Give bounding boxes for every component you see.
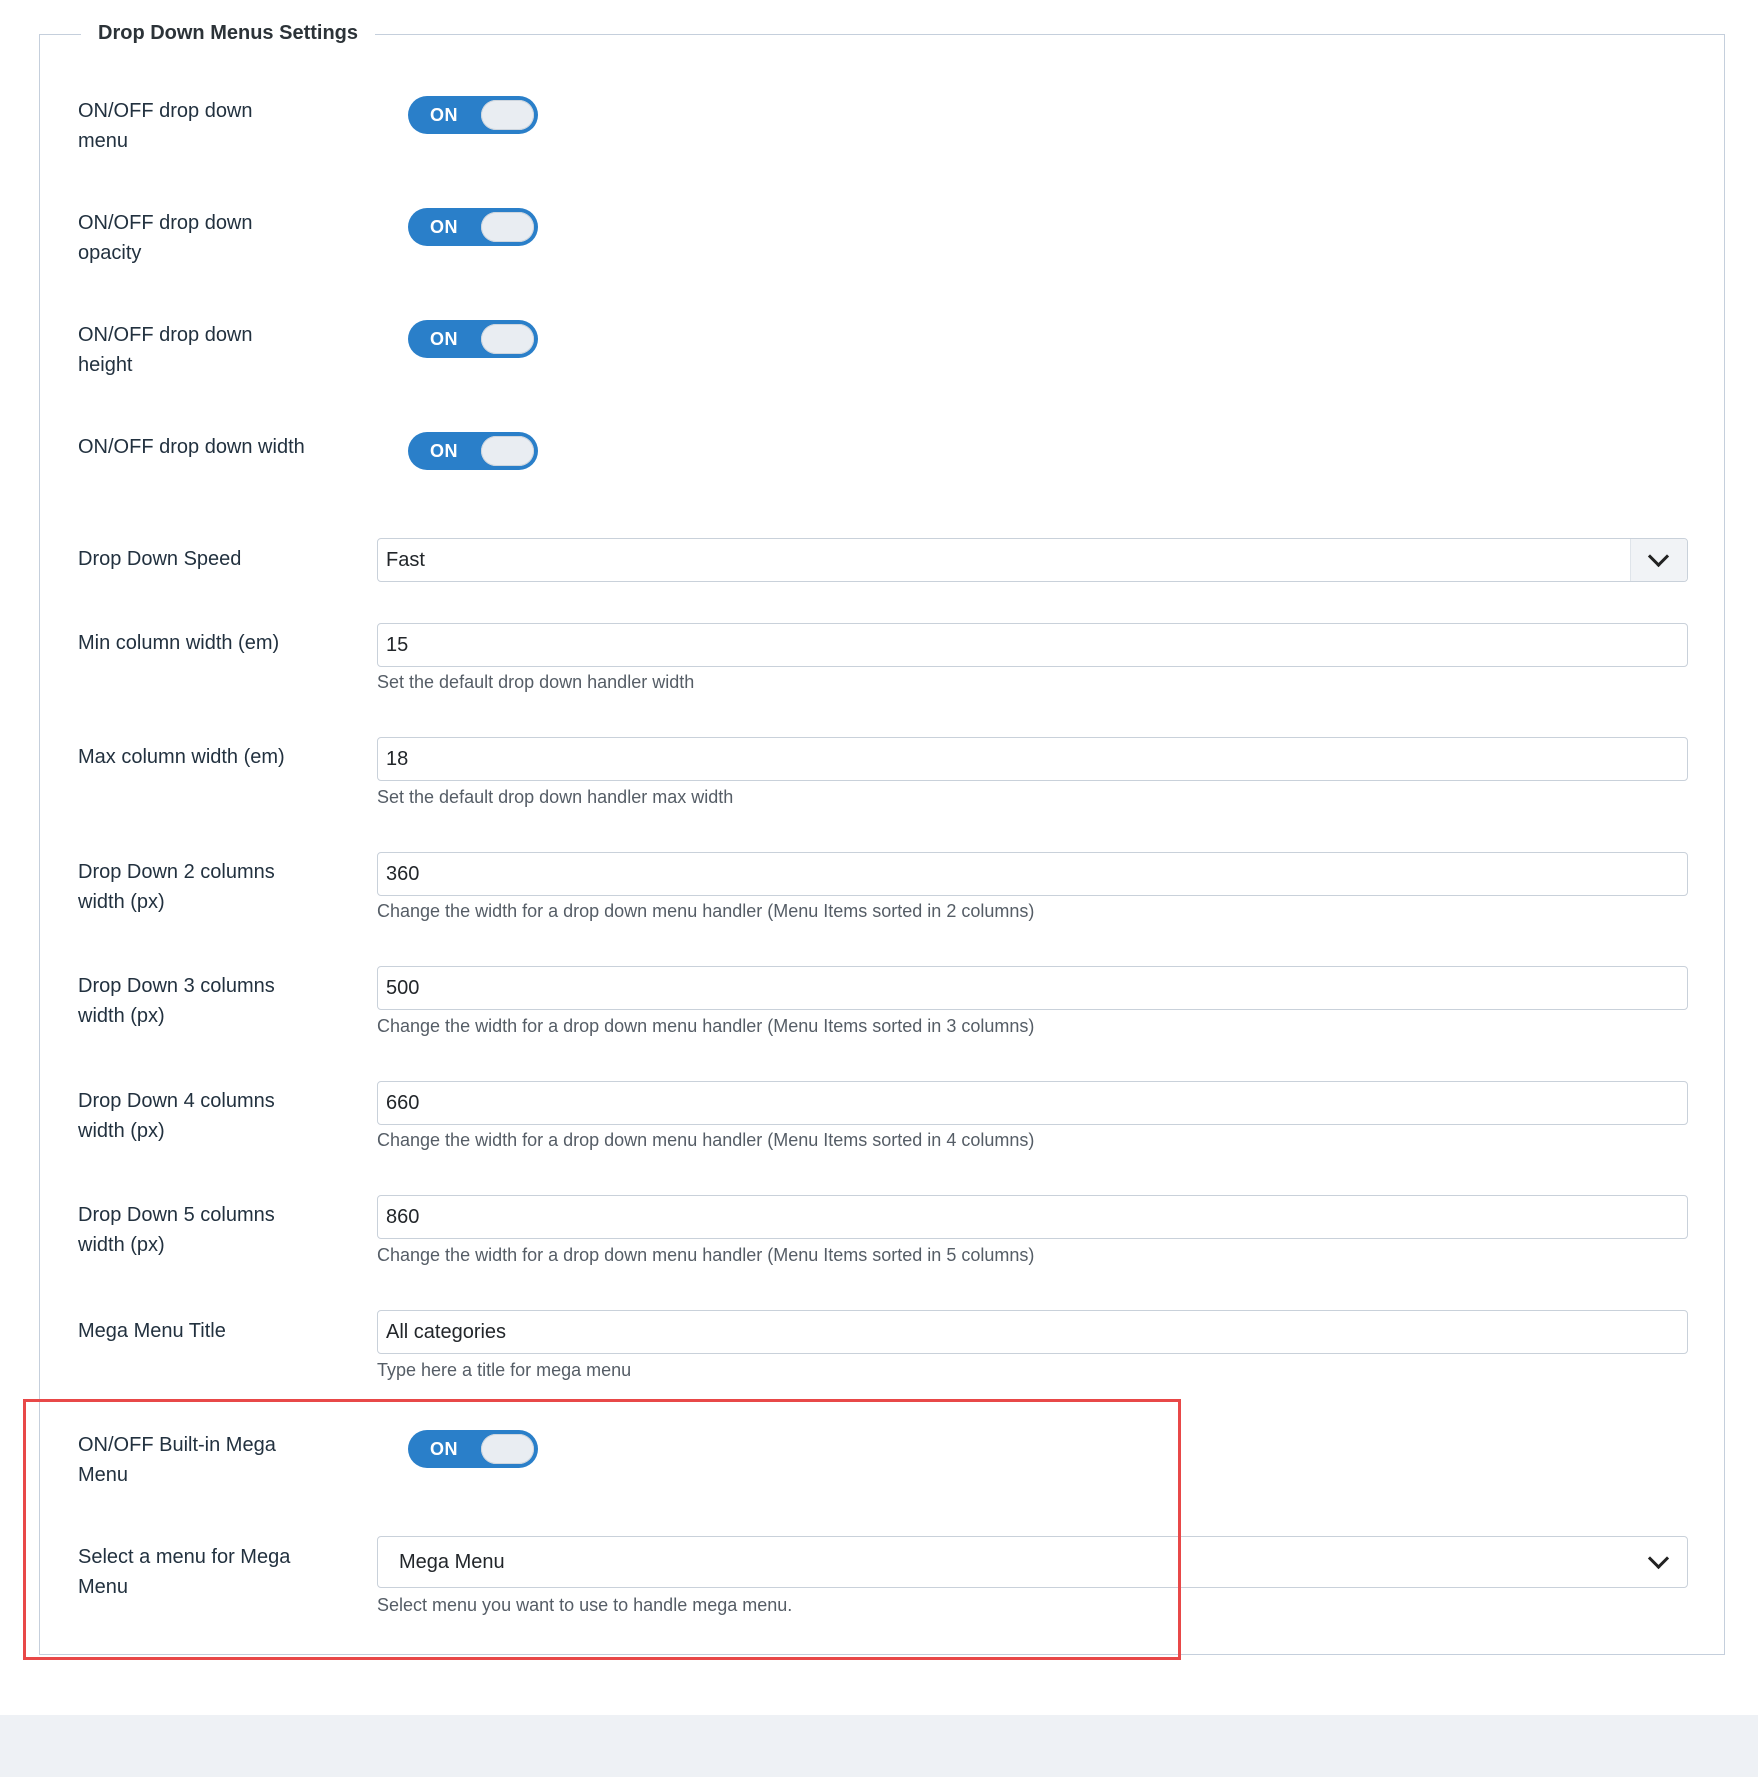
chevron-down-icon (1631, 1537, 1687, 1587)
dropdown-menu-label: ON/OFF drop down menu (78, 100, 253, 152)
toggle-on-text: ON (430, 217, 458, 237)
dropdown-3-columns-label: Drop Down 3 columns width (px) (78, 975, 275, 1027)
toggle-on-text: ON (430, 441, 458, 461)
chevron-down-icon (1630, 539, 1687, 581)
highlight-box (23, 1399, 1181, 1660)
dropdown-2-columns-input[interactable] (377, 852, 1688, 896)
dropdown-3-columns-input[interactable] (377, 966, 1688, 1010)
dropdown-2-columns-label: Drop Down 2 columns width (px) (78, 861, 275, 913)
toggle-knob (481, 324, 534, 354)
dropdown-4-columns-label: Drop Down 4 columns width (px) (78, 1090, 275, 1142)
toggle-on-text: ON (430, 105, 458, 125)
dropdown-3-columns-hint: Change the width for a drop down menu ha… (377, 1016, 1035, 1036)
min-column-width-hint: Set the default drop down handler width (377, 672, 695, 692)
dropdown-speed-label: Drop Down Speed (78, 548, 242, 570)
dropdown-4-columns-hint: Change the width for a drop down menu ha… (377, 1130, 1035, 1150)
dropdown-speed-value: Fast (386, 549, 425, 571)
max-column-width-label: Max column width (em) (78, 746, 285, 768)
fieldset-legend: Drop Down Menus Settings (81, 22, 375, 45)
min-column-width-input[interactable] (377, 623, 1688, 667)
mega-menu-title-hint: Type here a title for mega menu (377, 1360, 632, 1380)
toggle-knob (481, 436, 534, 466)
max-column-width-input[interactable] (377, 737, 1688, 781)
dropdown-5-columns-input[interactable] (377, 1195, 1688, 1239)
dropdown-height-label: ON/OFF drop down height (78, 324, 253, 376)
min-column-width-label: Min column width (em) (78, 632, 280, 654)
dropdown-width-label: ON/OFF drop down width (78, 436, 305, 458)
page-footer-band (0, 1715, 1758, 1777)
dropdown-opacity-label: ON/OFF drop down opacity (78, 212, 253, 264)
dropdown-5-columns-label: Drop Down 5 columns width (px) (78, 1204, 275, 1256)
dropdown-height-toggle[interactable]: ON (408, 320, 538, 358)
dropdown-menu-toggle[interactable]: ON (408, 96, 538, 134)
toggle-on-text: ON (430, 329, 458, 349)
dropdown-2-columns-hint: Change the width for a drop down menu ha… (377, 901, 1035, 921)
dropdown-opacity-toggle[interactable]: ON (408, 208, 538, 246)
mega-menu-title-label: Mega Menu Title (78, 1320, 226, 1342)
toggle-knob (481, 100, 534, 130)
dropdown-5-columns-hint: Change the width for a drop down menu ha… (377, 1245, 1035, 1265)
drop-down-menus-settings-page: Drop Down Menus Settings ON/OFF drop dow… (0, 0, 1758, 1777)
dropdown-width-toggle[interactable]: ON (408, 432, 538, 470)
dropdown-4-columns-input[interactable] (377, 1081, 1688, 1125)
max-column-width-hint: Set the default drop down handler max wi… (377, 787, 734, 807)
dropdown-speed-select[interactable]: Fast (377, 538, 1688, 582)
mega-menu-title-input[interactable] (377, 1310, 1688, 1354)
toggle-knob (481, 212, 534, 242)
